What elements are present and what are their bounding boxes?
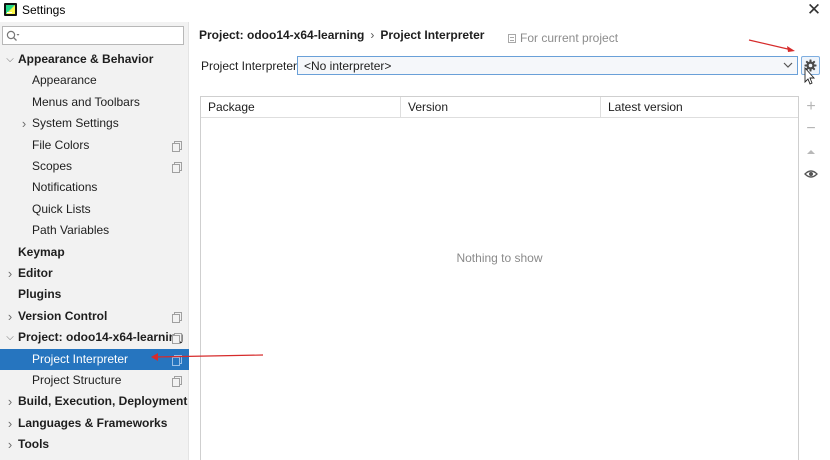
sidebar-item-tools[interactable]: › Tools (0, 434, 189, 455)
sidebar-item-plugins[interactable]: Plugins (0, 284, 189, 305)
sidebar-item-version-control[interactable]: › Version Control (0, 306, 189, 327)
add-package-button[interactable]: + (804, 99, 818, 115)
scope-note-label: For current project (520, 31, 619, 45)
interpreter-label: Project Interpreter: (201, 59, 301, 73)
sidebar-item-project-odoo14-x64-learning[interactable]: ⌵ Project: odoo14-x64-learning (0, 327, 189, 348)
sidebar-item-label: Quick Lists (32, 201, 91, 216)
sidebar-item-label: Path Variables (32, 223, 110, 238)
close-icon[interactable]: ✕ (806, 0, 822, 20)
sidebar-item-label: Project Interpreter (32, 351, 129, 366)
sidebar-item-label: System Settings (32, 116, 119, 131)
sidebar-item-appearance[interactable]: Appearance (0, 70, 189, 91)
breadcrumb-separator: › (370, 28, 375, 42)
sidebar-item-quick-lists[interactable]: Quick Lists (0, 199, 189, 220)
sidebar-item-label: Build, Execution, Deployment (18, 394, 188, 409)
sidebar-item-build-execution-deployment[interactable]: › Build, Execution, Deployment (0, 391, 189, 412)
search-icon (6, 30, 20, 41)
project-scope-icon (172, 333, 182, 345)
sidebar-item-scopes[interactable]: Scopes (0, 156, 189, 177)
settings-sidebar: ⌵ Appearance & Behavior Appearance Menus an… (0, 22, 189, 460)
sidebar-item-label: Tools (18, 437, 50, 452)
chevron-right-icon[interactable]: › (5, 413, 15, 434)
chevron-right-icon[interactable]: › (5, 391, 15, 412)
column-version[interactable]: Version (401, 97, 601, 118)
scope-note: For current project (508, 31, 618, 45)
title-bar: Settings ✕ (0, 0, 830, 22)
page-icon (508, 34, 516, 43)
chevron-right-icon[interactable]: › (5, 306, 15, 327)
window-title: Settings (22, 3, 66, 17)
chevron-right-icon[interactable]: › (5, 263, 15, 284)
sidebar-item-label: Languages & Frameworks (18, 415, 168, 430)
packages-table: Package Version Latest version Nothing t… (200, 96, 799, 460)
sidebar-item-label: Project Structure (32, 373, 122, 387)
pycharm-app-icon (4, 3, 17, 16)
gear-icon (804, 59, 817, 72)
breadcrumb-page: Project Interpreter (380, 28, 485, 42)
sidebar-item-editor[interactable]: › Editor (0, 263, 189, 284)
sidebar-item-label: Appearance (32, 73, 97, 88)
sidebar-item-label: Menus and Toolbars (32, 94, 140, 109)
interpreter-settings-button[interactable] (801, 56, 820, 75)
column-latest-version[interactable]: Latest version (601, 97, 798, 118)
show-early-releases-button[interactable] (804, 167, 818, 181)
annotation-arrow-gear (748, 39, 795, 52)
sidebar-item-label: Editor (18, 266, 53, 280)
settings-search-input[interactable] (2, 26, 184, 45)
project-scope-icon (172, 376, 182, 387)
sidebar-item-label: File Colors (32, 137, 90, 152)
triangle-up-icon (807, 150, 815, 154)
sidebar-item-label: Appearance & Behavior (18, 52, 154, 66)
sidebar-item-languages-frameworks[interactable]: › Languages & Frameworks (0, 413, 189, 434)
project-scope-icon (172, 140, 182, 152)
eye-icon (804, 170, 818, 178)
sidebar-item-label: Keymap (18, 244, 65, 259)
chevron-down-icon[interactable]: ⌵ (5, 49, 15, 70)
column-package[interactable]: Package (201, 97, 401, 118)
packages-toolbar: + − (800, 96, 822, 460)
sidebar-item-keymap[interactable]: Keymap (0, 242, 189, 263)
sidebar-item-project-interpreter[interactable]: Project Interpreter (0, 348, 189, 370)
project-scope-icon (172, 162, 182, 173)
remove-package-button[interactable]: − (804, 121, 818, 137)
chevron-right-icon[interactable]: › (5, 434, 15, 455)
interpreter-dropdown[interactable]: <No interpreter> (297, 56, 798, 75)
sidebar-item-label: Notifications (32, 180, 98, 195)
interpreter-dropdown-value: <No interpreter> (304, 59, 392, 73)
sidebar-item-menus-and-toolbars[interactable]: Menus and Toolbars (0, 92, 189, 113)
sidebar-item-label: Version Control (18, 308, 108, 323)
sidebar-item-file-colors[interactable]: File Colors (0, 135, 189, 156)
breadcrumb-project: Project: odoo14-x64-learning (199, 28, 365, 42)
sidebar-item-label: Project: odoo14-x64-learning (18, 330, 184, 345)
sidebar-item-appearance-behavior[interactable]: ⌵ Appearance & Behavior (0, 49, 189, 70)
project-scope-icon (172, 354, 182, 366)
project-scope-icon (172, 311, 182, 323)
breadcrumb: Project: odoo14-x64-learning › Project Int… (199, 28, 484, 42)
upgrade-package-button[interactable] (804, 145, 818, 159)
sidebar-item-system-settings[interactable]: › System Settings (0, 113, 189, 134)
empty-state-text: Nothing to show (456, 251, 543, 265)
chevron-right-icon[interactable]: › (19, 113, 29, 134)
sidebar-item-notifications[interactable]: Notifications (0, 177, 189, 198)
chevron-down-icon (783, 62, 793, 68)
packages-table-header: Package Version Latest version (201, 97, 798, 118)
sidebar-item-path-variables[interactable]: Path Variables (0, 220, 189, 241)
sidebar-item-label: Plugins (18, 287, 62, 302)
chevron-down-icon[interactable]: ⌵ (5, 327, 15, 348)
sidebar-item-label: Scopes (32, 159, 73, 173)
sidebar-item-project-structure[interactable]: Project Structure (0, 370, 189, 391)
